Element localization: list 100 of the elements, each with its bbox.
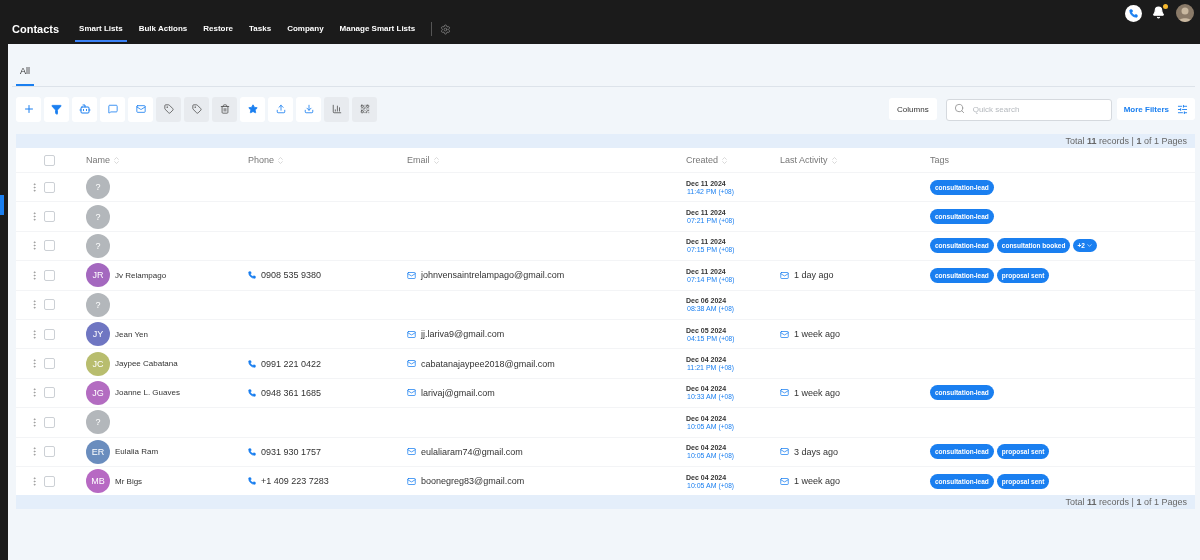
nav-tab[interactable]: Smart Lists: [75, 16, 127, 42]
list-tab[interactable]: All: [16, 62, 34, 86]
contact-avatar: JR: [86, 263, 110, 288]
phone-icon: [248, 477, 256, 486]
phone-number: 0908 535 9380: [261, 270, 322, 281]
user-avatar[interactable]: [1176, 4, 1194, 22]
mail-icon: [407, 388, 416, 398]
mail-icon: [135, 104, 146, 114]
plus-icon: [22, 103, 35, 115]
trash-icon: [219, 104, 230, 114]
contact-name[interactable]: Jv Relampago: [115, 270, 167, 280]
email-address: johnvensaintrelampago@gmail.com: [421, 270, 565, 281]
row-checkbox[interactable]: [44, 269, 55, 281]
page-title: Contacts: [12, 23, 60, 35]
sort-icon[interactable]: [829, 155, 839, 165]
notifications-button[interactable]: [1152, 6, 1166, 20]
phone-icon: [1129, 8, 1138, 18]
pagination-summary: Total 11 records | 1 of 1 Pages: [1065, 497, 1187, 508]
phone-number: +1 409 223 7283: [261, 476, 329, 487]
mail-icon: [780, 388, 789, 398]
nav-tab[interactable]: Company: [283, 16, 328, 42]
tag-plus-icon: [163, 104, 174, 114]
row-checkbox[interactable]: [44, 211, 55, 223]
row-checkbox[interactable]: [44, 387, 55, 399]
phone-number: 0991 221 0422: [261, 358, 322, 369]
mail-icon: [780, 476, 789, 486]
contact-avatar: JG: [86, 380, 110, 405]
contact-name[interactable]: Mr Bigs: [115, 476, 143, 486]
nav-tab[interactable]: Manage Smart Lists: [335, 16, 420, 42]
nav-tab[interactable]: Tasks: [245, 16, 276, 42]
column-header[interactable]: Phone: [248, 155, 275, 165]
email-address: boonegreg83@gmail.com: [421, 476, 525, 487]
toolbar-button[interactable]: [72, 96, 97, 122]
columns-button[interactable]: Columns: [889, 98, 937, 120]
toolbar-button[interactable]: [100, 96, 125, 122]
row-checkbox[interactable]: [44, 358, 55, 370]
last-activity: 1 week ago: [794, 329, 841, 340]
row-checkbox[interactable]: [44, 328, 55, 340]
phone-icon: [248, 447, 256, 456]
last-activity: 1 day ago: [794, 270, 834, 281]
contact-avatar: JY: [86, 322, 110, 347]
bar-chart-icon: [331, 104, 342, 114]
column-header[interactable]: Name: [86, 155, 110, 165]
phone-icon: [248, 271, 256, 280]
sort-icon[interactable]: [112, 155, 121, 165]
contact-avatar: ?: [86, 233, 110, 258]
contact-name[interactable]: Jaypee Cabatana: [115, 359, 178, 369]
contact-avatar: ?: [86, 292, 110, 317]
phone-icon: [248, 388, 256, 397]
chat-icon: [107, 104, 118, 114]
row-checkbox[interactable]: [44, 299, 55, 311]
search-field[interactable]: Quick search: [945, 98, 1112, 121]
settings-icon[interactable]: [440, 23, 452, 35]
contact-avatar: ER: [86, 439, 110, 464]
row-checkbox[interactable]: [44, 416, 55, 428]
select-all-checkbox[interactable]: [44, 154, 55, 166]
toolbar-button[interactable]: [16, 96, 41, 122]
sort-icon[interactable]: [276, 155, 286, 165]
contact-avatar: MB: [86, 469, 110, 494]
toolbar-button[interactable]: [240, 96, 265, 122]
mail-icon: [407, 270, 416, 280]
contact-name[interactable]: Jean Yen: [115, 329, 148, 339]
mail-icon: [407, 329, 416, 339]
phone-number: 0931 930 1757: [261, 446, 322, 457]
search-icon: [953, 103, 965, 114]
column-header[interactable]: Email: [407, 155, 430, 165]
more-filters-button[interactable]: More Filters: [1116, 98, 1195, 120]
toolbar-button[interactable]: [296, 96, 321, 122]
email-address: jj.lariva9@gmail.com: [421, 329, 505, 340]
contact-avatar: ?: [86, 410, 110, 435]
row-checkbox[interactable]: [44, 181, 55, 193]
mail-icon: [780, 329, 789, 339]
upload-icon: [275, 104, 286, 114]
contact-name[interactable]: Eulalia Ram: [115, 447, 159, 457]
toolbar-button[interactable]: [128, 96, 153, 122]
star-icon: [247, 104, 258, 114]
nav-tab[interactable]: Restore: [199, 16, 238, 42]
column-header[interactable]: Tags: [930, 155, 949, 165]
last-activity: 1 week ago: [794, 476, 841, 487]
filter-icon: [51, 103, 62, 115]
column-header[interactable]: Created: [686, 155, 719, 165]
last-activity: 1 week ago: [794, 387, 841, 398]
row-checkbox[interactable]: [44, 446, 55, 458]
nav-tab[interactable]: Bulk Actions: [134, 16, 192, 42]
email-address: larivaj@gmail.com: [421, 387, 495, 398]
row-checkbox[interactable]: [44, 475, 55, 487]
toolbar-button[interactable]: [268, 96, 293, 122]
sort-icon[interactable]: [720, 155, 730, 165]
contact-name[interactable]: Joanne L. Guaves: [115, 388, 180, 398]
phone-icon: [248, 359, 256, 368]
column-header[interactable]: Last Activity: [780, 155, 828, 165]
pagination-summary: Total 11 records | 1 of 1 Pages: [1065, 136, 1187, 146]
sort-icon[interactable]: [431, 155, 441, 165]
grid-icon: [359, 104, 370, 114]
mail-icon: [780, 270, 789, 280]
phone-button[interactable]: [1125, 4, 1142, 22]
row-checkbox[interactable]: [44, 240, 55, 252]
tag-minus-icon: [191, 104, 202, 114]
mail-icon: [407, 359, 416, 369]
toolbar-button[interactable]: [44, 96, 69, 122]
